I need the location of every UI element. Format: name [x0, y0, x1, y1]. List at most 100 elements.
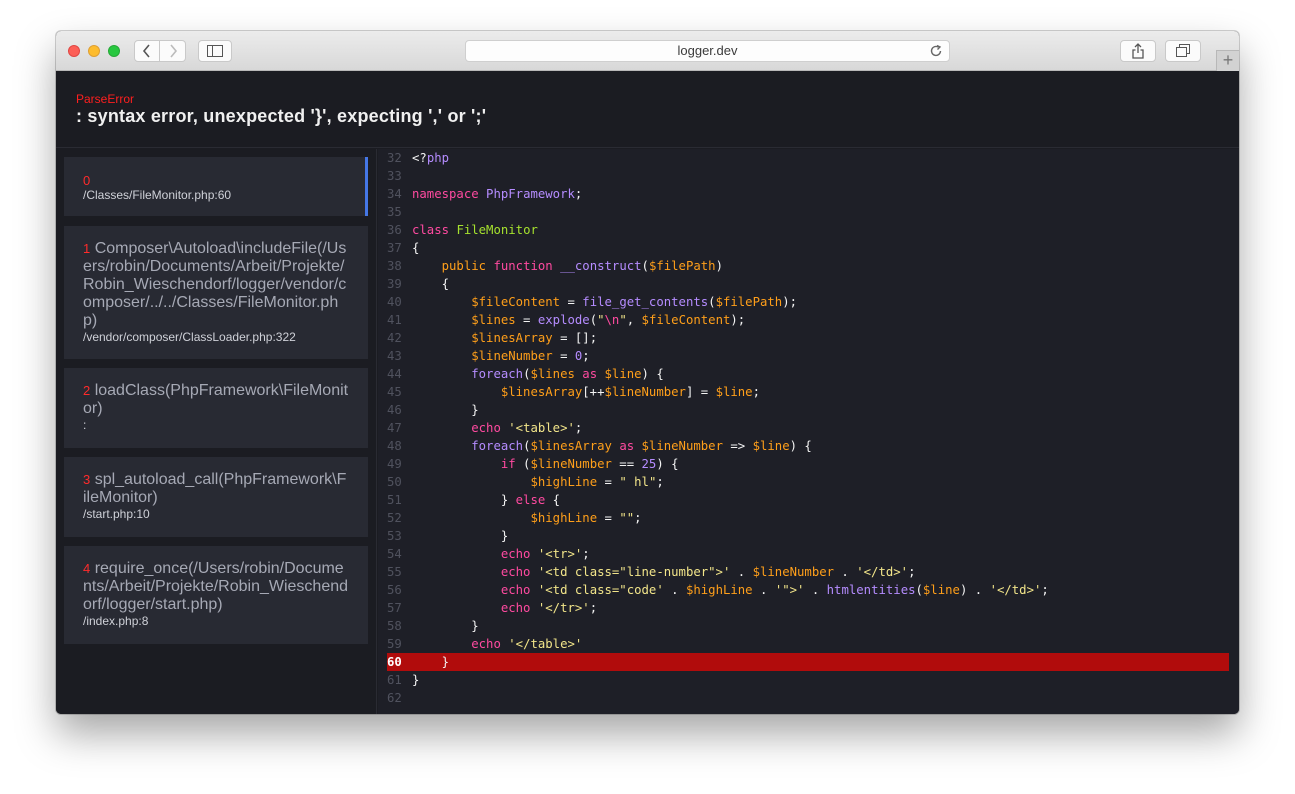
code-token: '<table>' — [508, 421, 575, 435]
code-token: $filePath — [715, 295, 783, 309]
code-viewer[interactable]: 32 <?php 33 34 namespace PhpFramework; 35 36 cl… — [378, 149, 1239, 714]
code-token: 25 — [641, 457, 657, 471]
code-token: []; — [574, 331, 598, 345]
line-source: } else { — [412, 491, 560, 509]
code-token: echo — [471, 421, 501, 435]
line-source: $linesArray[++$lineNumber] = $line; — [412, 383, 760, 401]
line-source: <?php — [412, 149, 449, 167]
new-tab-button[interactable]: + — [1216, 50, 1239, 71]
stack-trace-panel: 0 /Classes/FileMonitor.php:60 1 Composer… — [56, 149, 377, 714]
code-token: , — [626, 313, 642, 327]
code-line: 36 class FileMonitor — [387, 221, 1229, 239]
address-bar[interactable]: logger.dev — [465, 40, 950, 62]
frame-file: : — [83, 418, 87, 432]
code-line: 49 if ($lineNumber == 25) { — [387, 455, 1229, 473]
code-token: = — [552, 349, 575, 363]
stack-frame[interactable]: 0 /Classes/FileMonitor.php:60 — [64, 157, 368, 216]
line-source: $linesArray = []; — [412, 329, 597, 347]
code-token: foreach — [471, 367, 524, 381]
code-token: $line — [715, 385, 753, 399]
code-token: '">' — [774, 583, 805, 597]
code-token: . — [834, 565, 857, 579]
code-line: 34 namespace PhpFramework; — [387, 185, 1229, 203]
line-source: namespace PhpFramework; — [412, 185, 582, 203]
forward-button[interactable] — [160, 40, 186, 62]
tab-overview-button[interactable] — [1165, 40, 1201, 62]
code-token: ; — [656, 475, 664, 489]
code-token: $line — [752, 439, 790, 453]
frame-index: 4 — [83, 561, 91, 576]
code-token: ; — [574, 421, 583, 435]
error-header: ParseError : syntax error, unexpected '}… — [56, 71, 1239, 148]
line-number: 48 — [387, 439, 402, 453]
code-token: = — [515, 313, 538, 327]
frame-function: Composer\Autoload\includeFile(/Users/rob… — [83, 240, 347, 329]
code-token: $fileContent — [641, 313, 731, 327]
code-token: { — [412, 277, 450, 291]
code-line: 50 $highLine = " hl"; — [387, 473, 1229, 491]
code-line: 32 <?php — [387, 149, 1229, 167]
frame-index: 0 — [83, 173, 91, 188]
code-token: $highLine — [530, 511, 598, 525]
code-token: as — [582, 367, 598, 381]
stack-frame[interactable]: 2 loadClass(PhpFramework\FileMonitor) : — [64, 368, 368, 448]
reload-icon[interactable] — [929, 44, 943, 58]
code-token: = — [597, 475, 620, 489]
line-number: 60 — [387, 655, 402, 669]
code-token: ( — [708, 295, 716, 309]
sidebar-toggle-button[interactable] — [198, 40, 232, 62]
code-token: '</tr>' — [537, 601, 590, 615]
code-token: $linesArray — [500, 385, 583, 399]
code-token: = — [552, 331, 575, 345]
line-number: 52 — [387, 511, 402, 525]
code-token: ; — [589, 601, 598, 615]
line-source: echo '</tr>'; — [412, 599, 597, 617]
code-token: ) { — [656, 457, 679, 471]
line-number: 41 — [387, 313, 402, 327]
code-token: $lineNumber — [604, 385, 686, 399]
zoom-window-button[interactable] — [108, 45, 120, 57]
close-window-button[interactable] — [68, 45, 80, 57]
stack-frame[interactable]: 4 require_once(/Users/robin/Documents/Ar… — [64, 546, 368, 644]
code-line: 33 — [387, 167, 1229, 185]
code-token: echo — [500, 583, 531, 597]
code-token: if — [500, 457, 516, 471]
back-button[interactable] — [134, 40, 160, 62]
code-token: $highLine — [530, 475, 598, 489]
code-token: ) { — [641, 367, 664, 381]
code-token: } — [412, 655, 450, 669]
line-number: 62 — [387, 691, 402, 705]
line-source: foreach($linesArray as $lineNumber => $l… — [412, 437, 812, 455]
minimize-window-button[interactable] — [88, 45, 100, 57]
line-number: 46 — [387, 403, 402, 417]
code-token: $filePath — [648, 259, 716, 273]
code-token: $lineNumber — [752, 565, 835, 579]
code-token: echo — [471, 637, 501, 651]
stack-frame[interactable]: 1 Composer\Autoload\includeFile(/Users/r… — [64, 226, 368, 359]
code-token: '<tr>' — [537, 547, 583, 561]
code-token: else — [515, 493, 546, 507]
code-token: = — [597, 511, 620, 525]
frame-index: 2 — [83, 383, 91, 398]
code-token: echo — [500, 547, 531, 561]
code-token: '<td class="code' — [537, 583, 664, 597]
frame-function: spl_autoload_call(PhpFramework\FileMonit… — [83, 471, 347, 506]
code-token: ) — [715, 259, 723, 273]
code-line: 47 echo '<table>'; — [387, 419, 1229, 437]
code-line: 56 echo '<td class="code' . $highLine . … — [387, 581, 1229, 599]
code-token: ; — [908, 565, 916, 579]
code-token: file_get_contents — [582, 295, 709, 309]
stack-frame[interactable]: 3 spl_autoload_call(PhpFramework\FileMon… — [64, 457, 368, 537]
code-token: { — [412, 241, 420, 255]
share-button[interactable] — [1120, 40, 1156, 62]
line-source: $lines = explode("\n", $fileContent); — [412, 311, 745, 329]
line-number: 32 — [387, 151, 402, 165]
code-line: 61} — [387, 671, 1229, 689]
